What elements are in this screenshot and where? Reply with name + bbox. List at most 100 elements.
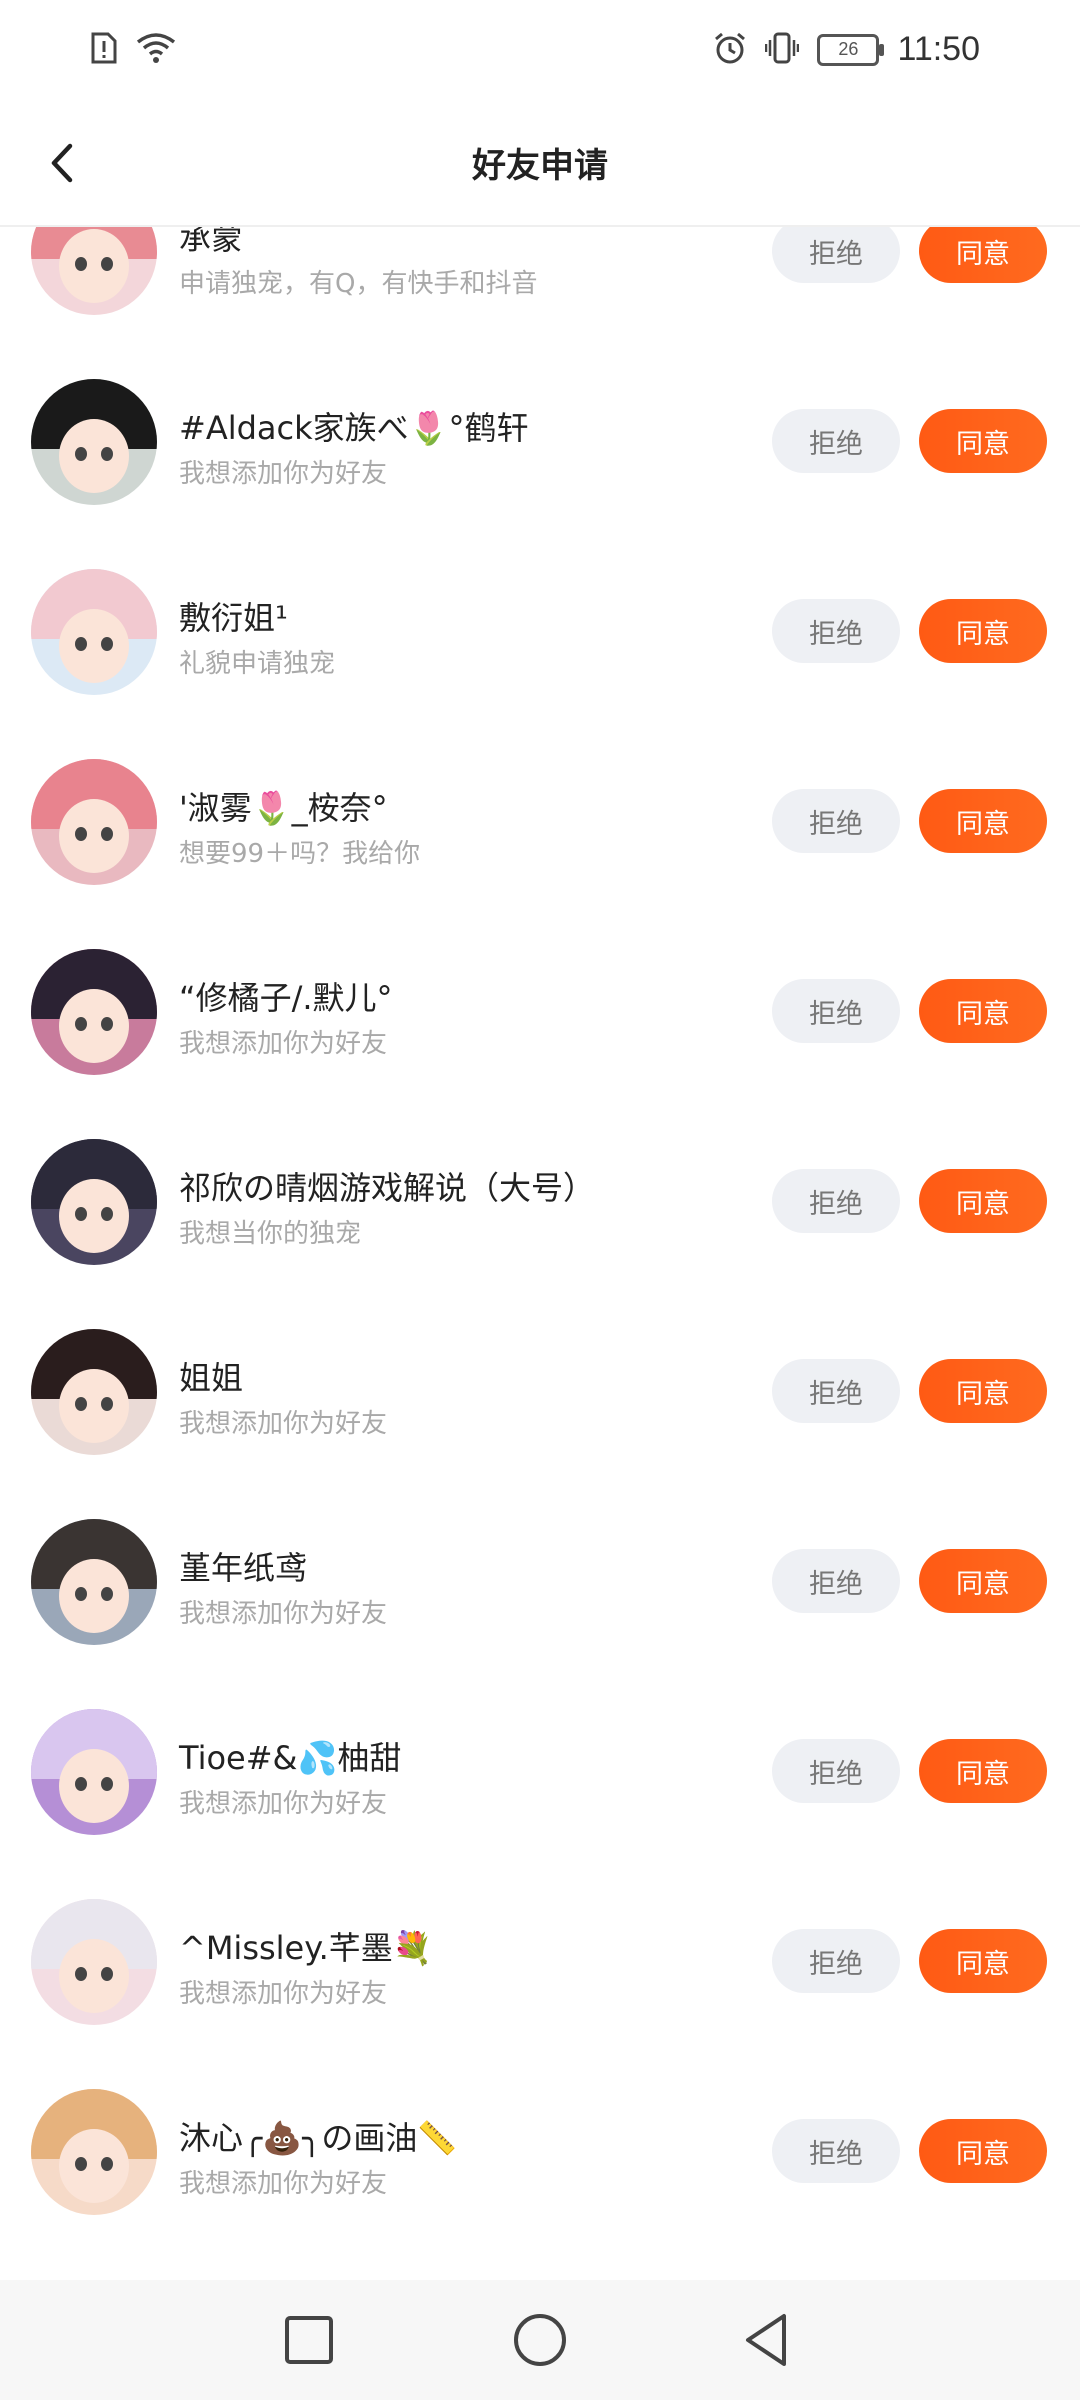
accept-button[interactable]: 同意 bbox=[919, 1359, 1047, 1423]
avatar[interactable] bbox=[31, 2089, 157, 2215]
recents-button[interactable] bbox=[273, 2304, 345, 2376]
avatar[interactable] bbox=[31, 1139, 157, 1265]
avatar[interactable] bbox=[31, 1519, 157, 1645]
wifi-icon bbox=[136, 32, 176, 68]
nav-back-button[interactable] bbox=[732, 2304, 804, 2376]
home-circle-icon bbox=[514, 2314, 566, 2366]
friend-request-row: Tioe#&💦柚甜 我想添加你为好友 拒绝 同意 bbox=[0, 1677, 1080, 1867]
status-left bbox=[90, 32, 176, 68]
friend-request-row: #Aldack家族べ🌷°鹤轩 我想添加你为好友 拒绝 同意 bbox=[0, 347, 1080, 537]
status-right: 26 11:50 bbox=[713, 30, 980, 69]
avatar[interactable] bbox=[31, 1709, 157, 1835]
request-message: 我想添加你为好友 bbox=[179, 1979, 388, 2009]
accept-button[interactable]: 同意 bbox=[919, 1169, 1047, 1233]
avatar-eye bbox=[75, 2157, 87, 2171]
page-title: 好友申请 bbox=[472, 146, 608, 186]
requester-name: ^Missley.芊墨💐 bbox=[179, 1929, 433, 1967]
avatar-eye bbox=[101, 1967, 113, 1981]
requester-name: 沐心╭💩╮の画油📏 bbox=[179, 2119, 458, 2157]
requester-name: 承蒙 bbox=[179, 227, 244, 257]
accept-button[interactable]: 同意 bbox=[919, 409, 1047, 473]
recents-square-icon bbox=[285, 2316, 333, 2364]
request-message: 我想添加你为好友 bbox=[179, 459, 388, 489]
request-message: 我想添加你为好友 bbox=[179, 1409, 388, 1439]
accept-button[interactable]: 同意 bbox=[919, 2119, 1047, 2183]
reject-button[interactable]: 拒绝 bbox=[772, 1549, 900, 1613]
accept-button[interactable]: 同意 bbox=[919, 599, 1047, 663]
friend-request-row: 敷衍姐¹ 礼貌申请独宠 拒绝 同意 bbox=[0, 537, 1080, 727]
reject-button[interactable]: 拒绝 bbox=[772, 599, 900, 663]
reject-button[interactable]: 拒绝 bbox=[772, 789, 900, 853]
reject-button[interactable]: 拒绝 bbox=[772, 1169, 900, 1233]
avatar-eye bbox=[75, 827, 87, 841]
avatar-eye bbox=[101, 447, 113, 461]
requester-name: #Aldack家族べ🌷°鹤轩 bbox=[179, 409, 529, 447]
reject-button[interactable]: 拒绝 bbox=[772, 227, 900, 283]
accept-button[interactable]: 同意 bbox=[919, 789, 1047, 853]
friend-request-list[interactable]: 承蒙 申请独宠，有Q，有快手和抖音 拒绝 同意 #Aldack家族べ🌷°鹤轩 我… bbox=[0, 227, 1080, 2280]
accept-button[interactable]: 同意 bbox=[919, 979, 1047, 1043]
avatar[interactable] bbox=[31, 1329, 157, 1455]
avatar[interactable] bbox=[31, 949, 157, 1075]
battery-icon: 26 bbox=[817, 33, 885, 66]
friend-request-row: ^Missley.芊墨💐 我想添加你为好友 拒绝 同意 bbox=[0, 1867, 1080, 2057]
avatar[interactable] bbox=[31, 379, 157, 505]
accept-button[interactable]: 同意 bbox=[919, 227, 1047, 283]
avatar[interactable] bbox=[31, 227, 157, 315]
accept-button[interactable]: 同意 bbox=[919, 1929, 1047, 1993]
avatar-eye bbox=[101, 1207, 113, 1221]
reject-button[interactable]: 拒绝 bbox=[772, 409, 900, 473]
avatar-face bbox=[59, 229, 129, 303]
request-message: 申请独宠，有Q，有快手和抖音 bbox=[179, 269, 538, 299]
request-message: 我想添加你为好友 bbox=[179, 1029, 388, 1059]
status-bar: 26 11:50 bbox=[0, 0, 1080, 100]
requester-name: '淑雾🌷_桉奈° bbox=[179, 789, 388, 827]
avatar-eye bbox=[101, 257, 113, 271]
avatar[interactable] bbox=[31, 1899, 157, 2025]
avatar-face bbox=[59, 2129, 129, 2203]
avatar-face bbox=[59, 1559, 129, 1633]
requester-name: Tioe#&💦柚甜 bbox=[179, 1739, 402, 1777]
reject-button[interactable]: 拒绝 bbox=[772, 1359, 900, 1423]
avatar-face bbox=[59, 799, 129, 873]
requester-name: 祁欣の晴烟游戏解说（大号） bbox=[179, 1169, 596, 1207]
requester-name: “修橘子/.默儿° bbox=[179, 979, 393, 1017]
home-button[interactable] bbox=[504, 2304, 576, 2376]
vibrate-icon bbox=[765, 31, 800, 69]
reject-button[interactable]: 拒绝 bbox=[772, 2119, 900, 2183]
avatar-face bbox=[59, 419, 129, 493]
requester-name: 堇年纸鸢 bbox=[179, 1549, 308, 1587]
avatar-eye bbox=[101, 1397, 113, 1411]
friend-request-row: 承蒙 申请独宠，有Q，有快手和抖音 拒绝 同意 bbox=[0, 227, 1080, 347]
avatar-eye bbox=[101, 1017, 113, 1031]
avatar-eye bbox=[75, 447, 87, 461]
accept-button[interactable]: 同意 bbox=[919, 1739, 1047, 1803]
request-message: 想要99＋吗？我给你 bbox=[179, 839, 421, 869]
requester-name: 敷衍姐¹ bbox=[179, 599, 288, 637]
request-message: 礼貌申请独宠 bbox=[179, 649, 336, 679]
avatar-eye bbox=[75, 1017, 87, 1031]
accept-button[interactable]: 同意 bbox=[919, 1549, 1047, 1613]
avatar-eye bbox=[101, 2157, 113, 2171]
request-message: 我想添加你为好友 bbox=[179, 1599, 388, 1629]
avatar-eye bbox=[75, 1777, 87, 1791]
avatar-eye bbox=[75, 637, 87, 651]
friend-request-row: 祁欣の晴烟游戏解说（大号） 我想当你的独宠 拒绝 同意 bbox=[0, 1107, 1080, 1297]
avatar-face bbox=[59, 1369, 129, 1443]
avatar-eye bbox=[75, 257, 87, 271]
avatar-eye bbox=[75, 1397, 87, 1411]
reject-button[interactable]: 拒绝 bbox=[772, 1739, 900, 1803]
avatar-face bbox=[59, 989, 129, 1063]
friend-request-row: 沐心╭💩╮の画油📏 我想添加你为好友 拒绝 同意 bbox=[0, 2057, 1080, 2247]
avatar[interactable] bbox=[31, 759, 157, 885]
friend-request-row: 姐姐 我想添加你为好友 拒绝 同意 bbox=[0, 1297, 1080, 1487]
avatar-eye bbox=[75, 1587, 87, 1601]
avatar-eye bbox=[101, 827, 113, 841]
avatar[interactable] bbox=[31, 569, 157, 695]
status-time: 11:50 bbox=[897, 30, 980, 68]
request-message: 我想当你的独宠 bbox=[179, 1219, 362, 1249]
reject-button[interactable]: 拒绝 bbox=[772, 979, 900, 1043]
avatar-eye bbox=[101, 637, 113, 651]
avatar-face bbox=[59, 1939, 129, 2013]
reject-button[interactable]: 拒绝 bbox=[772, 1929, 900, 1993]
